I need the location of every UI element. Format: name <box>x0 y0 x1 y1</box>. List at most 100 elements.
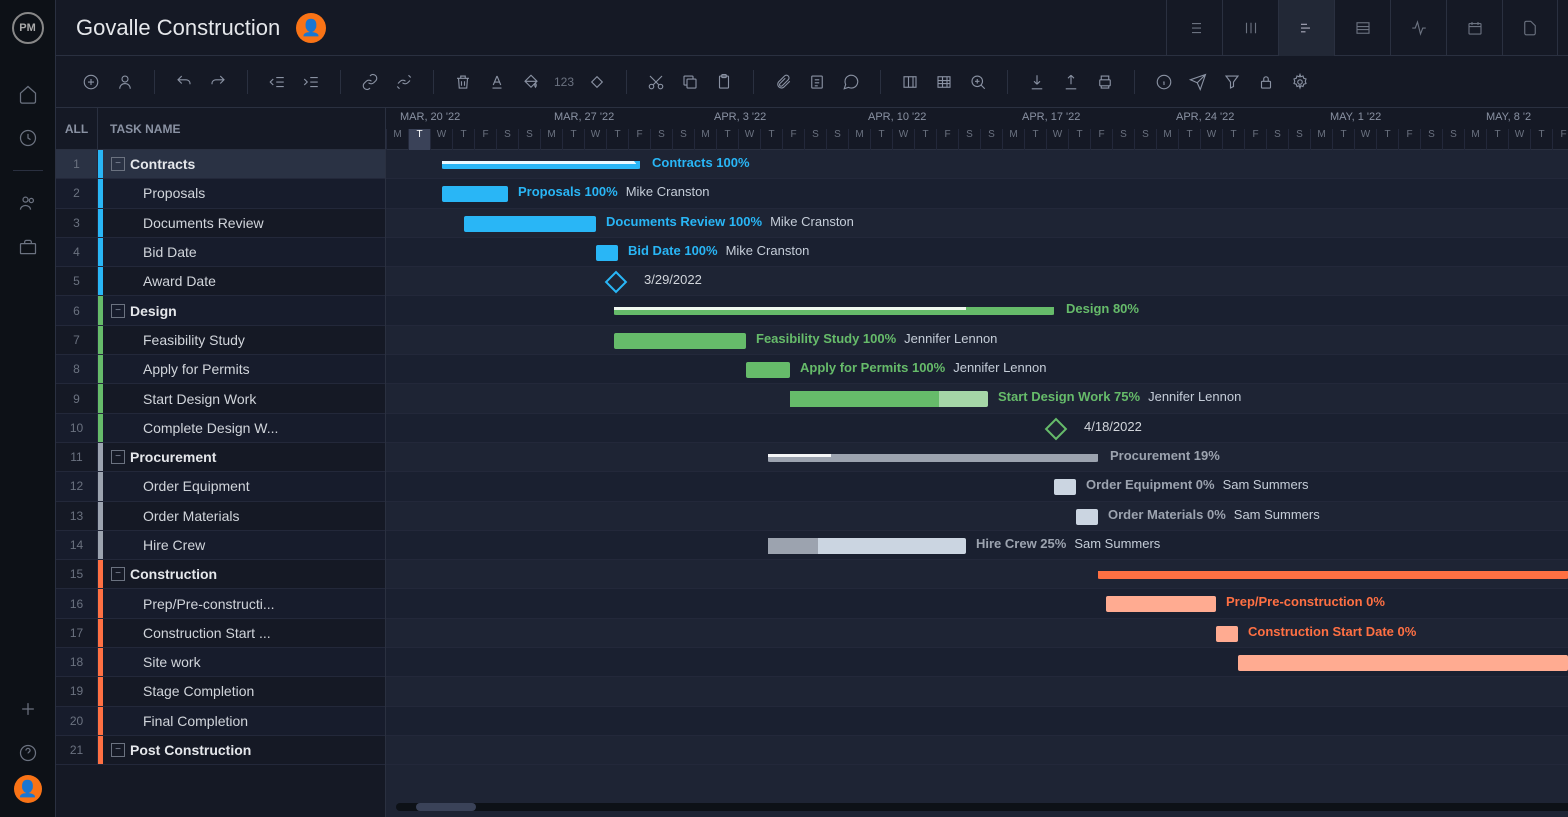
add-task-button[interactable] <box>76 67 106 97</box>
task-row[interactable]: 6−Design <box>56 296 385 325</box>
gantt-bar[interactable] <box>442 161 640 169</box>
gantt-row[interactable]: Feasibility Study 100%Jennifer Lennon <box>386 326 1568 355</box>
gantt-bar[interactable] <box>464 216 596 232</box>
send-button[interactable] <box>1183 67 1213 97</box>
team-icon[interactable] <box>0 181 56 225</box>
lock-button[interactable] <box>1251 67 1281 97</box>
text-color-button[interactable] <box>482 67 512 97</box>
comment-button[interactable] <box>836 67 866 97</box>
task-row[interactable]: 10Complete Design W... <box>56 414 385 443</box>
add-icon[interactable] <box>0 687 56 731</box>
task-row[interactable]: 16Prep/Pre-constructi... <box>56 589 385 618</box>
gantt-row[interactable]: Contracts 100% <box>386 150 1568 179</box>
gantt-view-tab[interactable] <box>1278 0 1334 56</box>
task-row[interactable]: 14Hire Crew <box>56 531 385 560</box>
gantt-bar[interactable] <box>746 362 790 378</box>
task-row[interactable]: 9Start Design Work <box>56 384 385 413</box>
export-button[interactable] <box>1056 67 1086 97</box>
paste-button[interactable] <box>709 67 739 97</box>
gantt-row[interactable] <box>386 707 1568 736</box>
expand-toggle[interactable]: − <box>111 450 125 464</box>
gantt-row[interactable] <box>386 648 1568 677</box>
gantt-bar[interactable] <box>768 454 1098 462</box>
recent-icon[interactable] <box>0 116 56 160</box>
calendar-view-tab[interactable] <box>1446 0 1502 56</box>
user-avatar[interactable]: 👤 <box>14 775 42 803</box>
gantt-row[interactable] <box>386 677 1568 706</box>
expand-toggle[interactable]: − <box>111 567 125 581</box>
briefcase-icon[interactable] <box>0 225 56 269</box>
gantt-row[interactable]: 3/29/2022 <box>386 267 1568 296</box>
gantt-bar[interactable] <box>614 307 1054 315</box>
task-row[interactable]: 12Order Equipment <box>56 472 385 501</box>
gantt-bar[interactable] <box>1238 655 1568 671</box>
task-row[interactable]: 2Proposals <box>56 179 385 208</box>
expand-toggle[interactable]: − <box>111 304 125 318</box>
fill-color-button[interactable] <box>516 67 546 97</box>
files-view-tab[interactable] <box>1502 0 1558 56</box>
gantt-bar[interactable] <box>442 186 508 202</box>
task-row[interactable]: 20Final Completion <box>56 707 385 736</box>
gantt-chart[interactable]: MAR, 20 '22MAR, 27 '22APR, 3 '22APR, 10 … <box>386 108 1568 817</box>
cut-button[interactable] <box>641 67 671 97</box>
print-button[interactable] <box>1090 67 1120 97</box>
gantt-row[interactable]: Bid Date 100%Mike Cranston <box>386 238 1568 267</box>
task-row[interactable]: 21−Post Construction <box>56 736 385 765</box>
indent-button[interactable] <box>296 67 326 97</box>
undo-button[interactable] <box>169 67 199 97</box>
gantt-row[interactable]: 4/18/2022 <box>386 414 1568 443</box>
task-row[interactable]: 15−Construction <box>56 560 385 589</box>
gantt-bar[interactable] <box>1216 626 1238 642</box>
notes-button[interactable] <box>802 67 832 97</box>
task-row[interactable]: 3Documents Review <box>56 209 385 238</box>
board-view-tab[interactable] <box>1222 0 1278 56</box>
gantt-row[interactable]: Documents Review 100%Mike Cranston <box>386 209 1568 238</box>
delete-button[interactable] <box>448 67 478 97</box>
task-row[interactable]: 8Apply for Permits <box>56 355 385 384</box>
search-icon[interactable] <box>1558 16 1568 39</box>
task-row[interactable]: 7Feasibility Study <box>56 326 385 355</box>
gantt-bar[interactable] <box>1054 479 1076 495</box>
task-row[interactable]: 11−Procurement <box>56 443 385 472</box>
gantt-row[interactable]: Order Equipment 0%Sam Summers <box>386 472 1568 501</box>
brand-logo[interactable]: PM <box>12 12 44 44</box>
gantt-bar[interactable] <box>768 538 966 554</box>
filter-button[interactable] <box>1217 67 1247 97</box>
assign-button[interactable] <box>110 67 140 97</box>
settings-button[interactable] <box>1285 67 1315 97</box>
home-icon[interactable] <box>0 72 56 116</box>
gantt-bar[interactable] <box>596 245 618 261</box>
project-owner-avatar[interactable]: 👤 <box>296 13 326 43</box>
task-row[interactable]: 4Bid Date <box>56 238 385 267</box>
copy-button[interactable] <box>675 67 705 97</box>
gantt-bar[interactable] <box>1106 596 1216 612</box>
sheet-view-tab[interactable] <box>1334 0 1390 56</box>
task-row[interactable]: 5Award Date <box>56 267 385 296</box>
columns-button[interactable] <box>895 67 925 97</box>
gantt-milestone[interactable] <box>1045 417 1068 440</box>
import-button[interactable] <box>1022 67 1052 97</box>
gantt-row[interactable]: Hire Crew 25%Sam Summers <box>386 531 1568 560</box>
task-row[interactable]: 17Construction Start ... <box>56 619 385 648</box>
task-row[interactable]: 19Stage Completion <box>56 677 385 706</box>
zoom-button[interactable] <box>963 67 993 97</box>
task-row[interactable]: 13Order Materials <box>56 502 385 531</box>
gantt-row[interactable]: Start Design Work 75%Jennifer Lennon <box>386 384 1568 413</box>
outdent-button[interactable] <box>262 67 292 97</box>
link-button[interactable] <box>355 67 385 97</box>
gantt-row[interactable]: Procurement 19% <box>386 443 1568 472</box>
task-row[interactable]: 18Site work <box>56 648 385 677</box>
grid-button[interactable] <box>929 67 959 97</box>
gantt-row[interactable]: Design 80% <box>386 296 1568 325</box>
redo-button[interactable] <box>203 67 233 97</box>
gantt-bar[interactable] <box>614 333 746 349</box>
gantt-bar[interactable] <box>1098 571 1568 579</box>
column-header-all[interactable]: ALL <box>56 108 98 149</box>
gantt-row[interactable]: Construction Start Date 0% <box>386 619 1568 648</box>
info-button[interactable] <box>1149 67 1179 97</box>
gantt-row[interactable]: Apply for Permits 100%Jennifer Lennon <box>386 355 1568 384</box>
gantt-row[interactable]: Order Materials 0%Sam Summers <box>386 502 1568 531</box>
gantt-scrollbar[interactable] <box>396 803 1568 811</box>
list-view-tab[interactable] <box>1166 0 1222 56</box>
expand-toggle[interactable]: − <box>111 743 125 757</box>
